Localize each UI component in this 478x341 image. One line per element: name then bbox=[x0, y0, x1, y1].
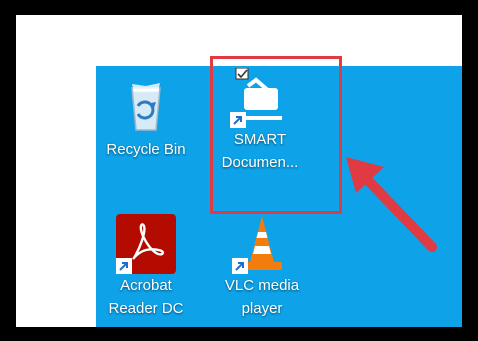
acrobat-reader-icon bbox=[116, 214, 176, 274]
vlc-player-icon bbox=[232, 214, 292, 274]
highlight-box bbox=[210, 56, 342, 214]
shortcut-arrow-icon bbox=[116, 258, 132, 274]
vlc-label-line2: player bbox=[241, 300, 283, 317]
recycle-bin-label: Recycle Bin bbox=[106, 141, 186, 158]
acrobat-label-line2: Reader DC bbox=[108, 300, 184, 317]
acrobat-label-line1: Acrobat bbox=[120, 277, 172, 294]
shortcut-arrow-icon bbox=[232, 258, 248, 274]
desktop-icon-recycle-bin[interactable]: Recycle Bin bbox=[98, 78, 194, 161]
desktop-icon-acrobat-reader[interactable]: Acrobat Reader DC bbox=[98, 214, 194, 320]
desktop-icon-vlc-player[interactable]: VLC media player bbox=[214, 214, 310, 320]
vlc-label-line1: VLC media bbox=[224, 277, 300, 294]
recycle-bin-icon bbox=[116, 78, 176, 138]
pointer-arrow-icon bbox=[346, 157, 437, 252]
screenshot-frame: Recycle Bin SMART Documen... Acrobat Rea… bbox=[16, 15, 462, 327]
